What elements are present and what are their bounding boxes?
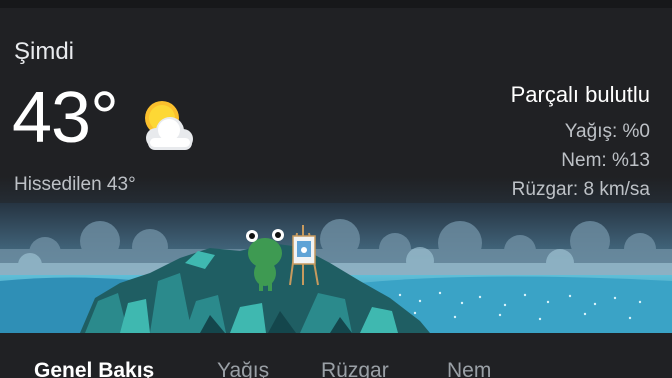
precipitation-text: Yağış: %0 xyxy=(564,121,650,142)
wind-text: Rüzgar: 8 km/sa xyxy=(511,179,650,200)
humidity-text: Nem: %13 xyxy=(561,150,650,171)
current-temperature: 43° xyxy=(12,78,119,158)
forecast-tabs: Genel Bakış Yağış Rüzgar Nem xyxy=(0,333,672,378)
tab-precipitation[interactable]: Yağış xyxy=(217,359,269,378)
tab-wind[interactable]: Rüzgar xyxy=(321,359,389,378)
status-bar xyxy=(0,0,672,8)
tab-humidity[interactable]: Nem xyxy=(447,359,491,378)
tab-overview[interactable]: Genel Bakış xyxy=(34,359,154,378)
current-weather-card: Şimdi 43° Hissedilen 43° Parçalı bulutlu… xyxy=(0,8,672,333)
weather-scene-illustration xyxy=(0,203,672,333)
feels-like: Hissedilen 43° xyxy=(14,174,136,195)
condition-text: Parçalı bulutlu xyxy=(510,82,650,107)
now-label: Şimdi xyxy=(14,38,75,65)
partly-cloudy-icon xyxy=(145,101,193,150)
